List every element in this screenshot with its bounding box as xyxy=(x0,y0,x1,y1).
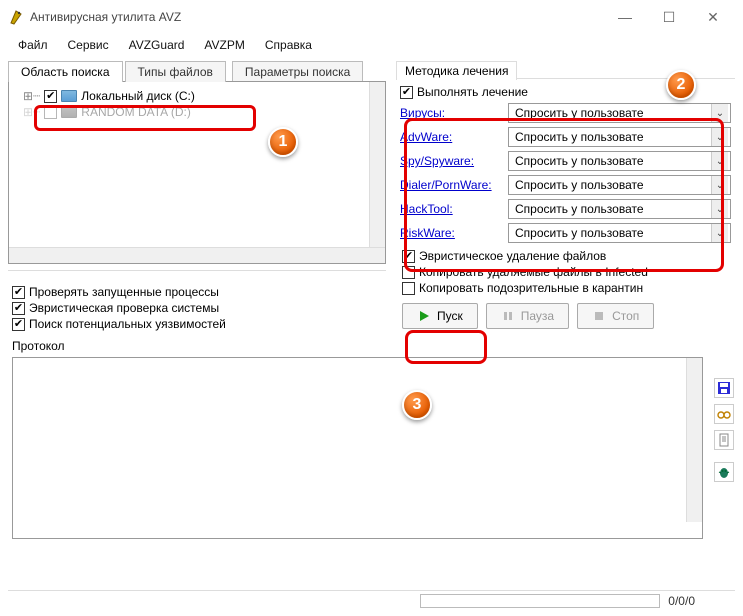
link-riskware[interactable]: RiskWare: xyxy=(400,226,508,240)
status-counts: 0/0/0 xyxy=(660,594,735,608)
drive-icon xyxy=(61,106,77,118)
save-icon[interactable] xyxy=(714,378,734,398)
link-hacktool[interactable]: HackTool: xyxy=(400,202,508,216)
chevron-down-icon[interactable]: ⌄ xyxy=(711,104,728,122)
glasses-icon[interactable] xyxy=(714,404,734,424)
progress-bar xyxy=(420,594,660,608)
button-label: Пуск xyxy=(437,309,463,323)
checkbox-icon[interactable] xyxy=(402,250,415,263)
link-advware[interactable]: AdvWare: xyxy=(400,130,508,144)
tree-expander-icon[interactable]: ⊞┈ xyxy=(23,105,40,119)
drive-icon xyxy=(61,90,77,102)
status-bar: 0/0/0 xyxy=(8,590,735,610)
dropdown-value: Спросить у пользовате xyxy=(515,154,644,168)
dropdown-value: Спросить у пользовате xyxy=(515,202,644,216)
menu-service[interactable]: Сервис xyxy=(58,36,119,54)
check-heuristic-system[interactable]: Эвристическая проверка системы xyxy=(12,301,382,315)
pause-icon xyxy=(501,309,515,323)
tab-scan-area[interactable]: Область поиска xyxy=(8,61,123,82)
minimize-button[interactable]: ― xyxy=(603,2,647,32)
dropdown-dialer[interactable]: Спросить у пользовате ⌄ xyxy=(508,175,731,195)
dropdown-value: Спросить у пользовате xyxy=(515,130,644,144)
check-label: Проверять запущенные процессы xyxy=(29,285,219,299)
check-label: Копировать подозрительные в карантин xyxy=(419,281,643,295)
document-icon[interactable] xyxy=(714,430,734,450)
chevron-down-icon[interactable]: ⌄ xyxy=(711,128,728,146)
app-icon xyxy=(8,9,24,25)
check-heuristic-delete[interactable]: Эвристическое удаление файлов xyxy=(402,249,729,263)
check-label: Выполнять лечение xyxy=(417,85,528,99)
start-button[interactable]: Пуск xyxy=(402,303,478,329)
checkbox-icon[interactable] xyxy=(400,86,413,99)
menu-bar: Файл Сервис AVZGuard AVZPM Справка xyxy=(0,34,743,60)
check-label: Эвристическое удаление файлов xyxy=(419,249,606,263)
checkbox-disk-d[interactable] xyxy=(44,106,57,119)
play-icon xyxy=(417,309,431,323)
tree-item-disk-d[interactable]: ⊞┈ RANDOM DATA (D:) xyxy=(9,104,385,120)
chevron-down-icon[interactable]: ⌄ xyxy=(711,200,728,218)
checkbox-icon[interactable] xyxy=(12,286,25,299)
tree-scrollbar-horizontal[interactable] xyxy=(9,247,385,263)
group-treatment-method: Методика лечения xyxy=(396,61,517,80)
check-copy-quarantine[interactable]: Копировать подозрительные в карантин xyxy=(402,281,729,295)
check-perform-treatment[interactable]: Выполнять лечение xyxy=(400,85,731,99)
check-label: Поиск потенциальных уязвимостей xyxy=(29,317,226,331)
protocol-label: Протокол xyxy=(0,335,743,357)
disk-c-label: Локальный диск (C:) xyxy=(81,89,195,103)
chevron-down-icon[interactable]: ⌄ xyxy=(711,224,728,242)
menu-file[interactable]: Файл xyxy=(8,36,58,54)
tree-item-disk-c[interactable]: ⊞┈ Локальный диск (C:) xyxy=(9,88,385,104)
check-copy-infected[interactable]: Копировать удаляемые файлы в Infected xyxy=(402,265,729,279)
tree-scrollbar-vertical[interactable] xyxy=(369,82,385,247)
checkbox-disk-c[interactable] xyxy=(44,90,57,103)
drive-tree[interactable]: ⊞┈ Локальный диск (C:) ⊞┈ RANDOM DATA (D… xyxy=(8,81,386,264)
tree-expander-icon[interactable]: ⊞┈ xyxy=(23,89,40,103)
tab-scan-params[interactable]: Параметры поиска xyxy=(232,61,363,82)
link-spyware[interactable]: Spy/Spyware: xyxy=(400,154,508,168)
maximize-button[interactable]: ☐ xyxy=(647,2,691,32)
button-label: Стоп xyxy=(612,309,639,323)
menu-avzguard[interactable]: AVZGuard xyxy=(119,36,195,54)
checkbox-icon[interactable] xyxy=(402,282,415,295)
stop-button[interactable]: Стоп xyxy=(577,303,654,329)
side-toolbar xyxy=(711,378,737,482)
category-grid: Вирусы: Спросить у пользовате⌄ AdvWare: … xyxy=(400,103,731,243)
dropdown-riskware[interactable]: Спросить у пользовате ⌄ xyxy=(508,223,731,243)
dropdown-value: Спросить у пользовате xyxy=(515,106,644,120)
button-label: Пауза xyxy=(521,309,554,323)
bug-icon[interactable] xyxy=(714,462,734,482)
dropdown-viruses[interactable]: Спросить у пользовате ⌄ xyxy=(508,103,731,123)
checkbox-icon[interactable] xyxy=(12,318,25,331)
menu-help[interactable]: Справка xyxy=(255,36,322,54)
close-button[interactable]: ✕ xyxy=(691,2,735,32)
dropdown-value: Спросить у пользовате xyxy=(515,226,644,240)
check-running-processes[interactable]: Проверять запущенные процессы xyxy=(12,285,382,299)
tab-file-types[interactable]: Типы файлов xyxy=(125,61,226,82)
dropdown-advware[interactable]: Спросить у пользовате ⌄ xyxy=(508,127,731,147)
checkbox-icon[interactable] xyxy=(402,266,415,279)
stop-icon xyxy=(592,309,606,323)
pause-button[interactable]: Пауза xyxy=(486,303,569,329)
link-dialer[interactable]: Dialer/PornWare: xyxy=(400,178,508,192)
menu-avzpm[interactable]: AVZPM xyxy=(194,36,254,54)
disk-d-label: RANDOM DATA (D:) xyxy=(81,105,191,119)
title-bar: Антивирусная утилита AVZ ― ☐ ✕ xyxy=(0,0,743,34)
protocol-scrollbar-vertical[interactable] xyxy=(686,358,702,522)
link-viruses[interactable]: Вирусы: xyxy=(400,106,508,120)
dropdown-spyware[interactable]: Спросить у пользовате ⌄ xyxy=(508,151,731,171)
protocol-output[interactable] xyxy=(12,357,703,539)
window-title: Антивирусная утилита AVZ xyxy=(24,10,603,24)
dropdown-hacktool[interactable]: Спросить у пользовате ⌄ xyxy=(508,199,731,219)
check-vulnerability-search[interactable]: Поиск потенциальных уязвимостей xyxy=(12,317,382,331)
dropdown-value: Спросить у пользовате xyxy=(515,178,644,192)
chevron-down-icon[interactable]: ⌄ xyxy=(711,176,728,194)
check-label: Эвристическая проверка системы xyxy=(29,301,219,315)
check-label: Копировать удаляемые файлы в Infected xyxy=(419,265,648,279)
chevron-down-icon[interactable]: ⌄ xyxy=(711,152,728,170)
checkbox-icon[interactable] xyxy=(12,302,25,315)
